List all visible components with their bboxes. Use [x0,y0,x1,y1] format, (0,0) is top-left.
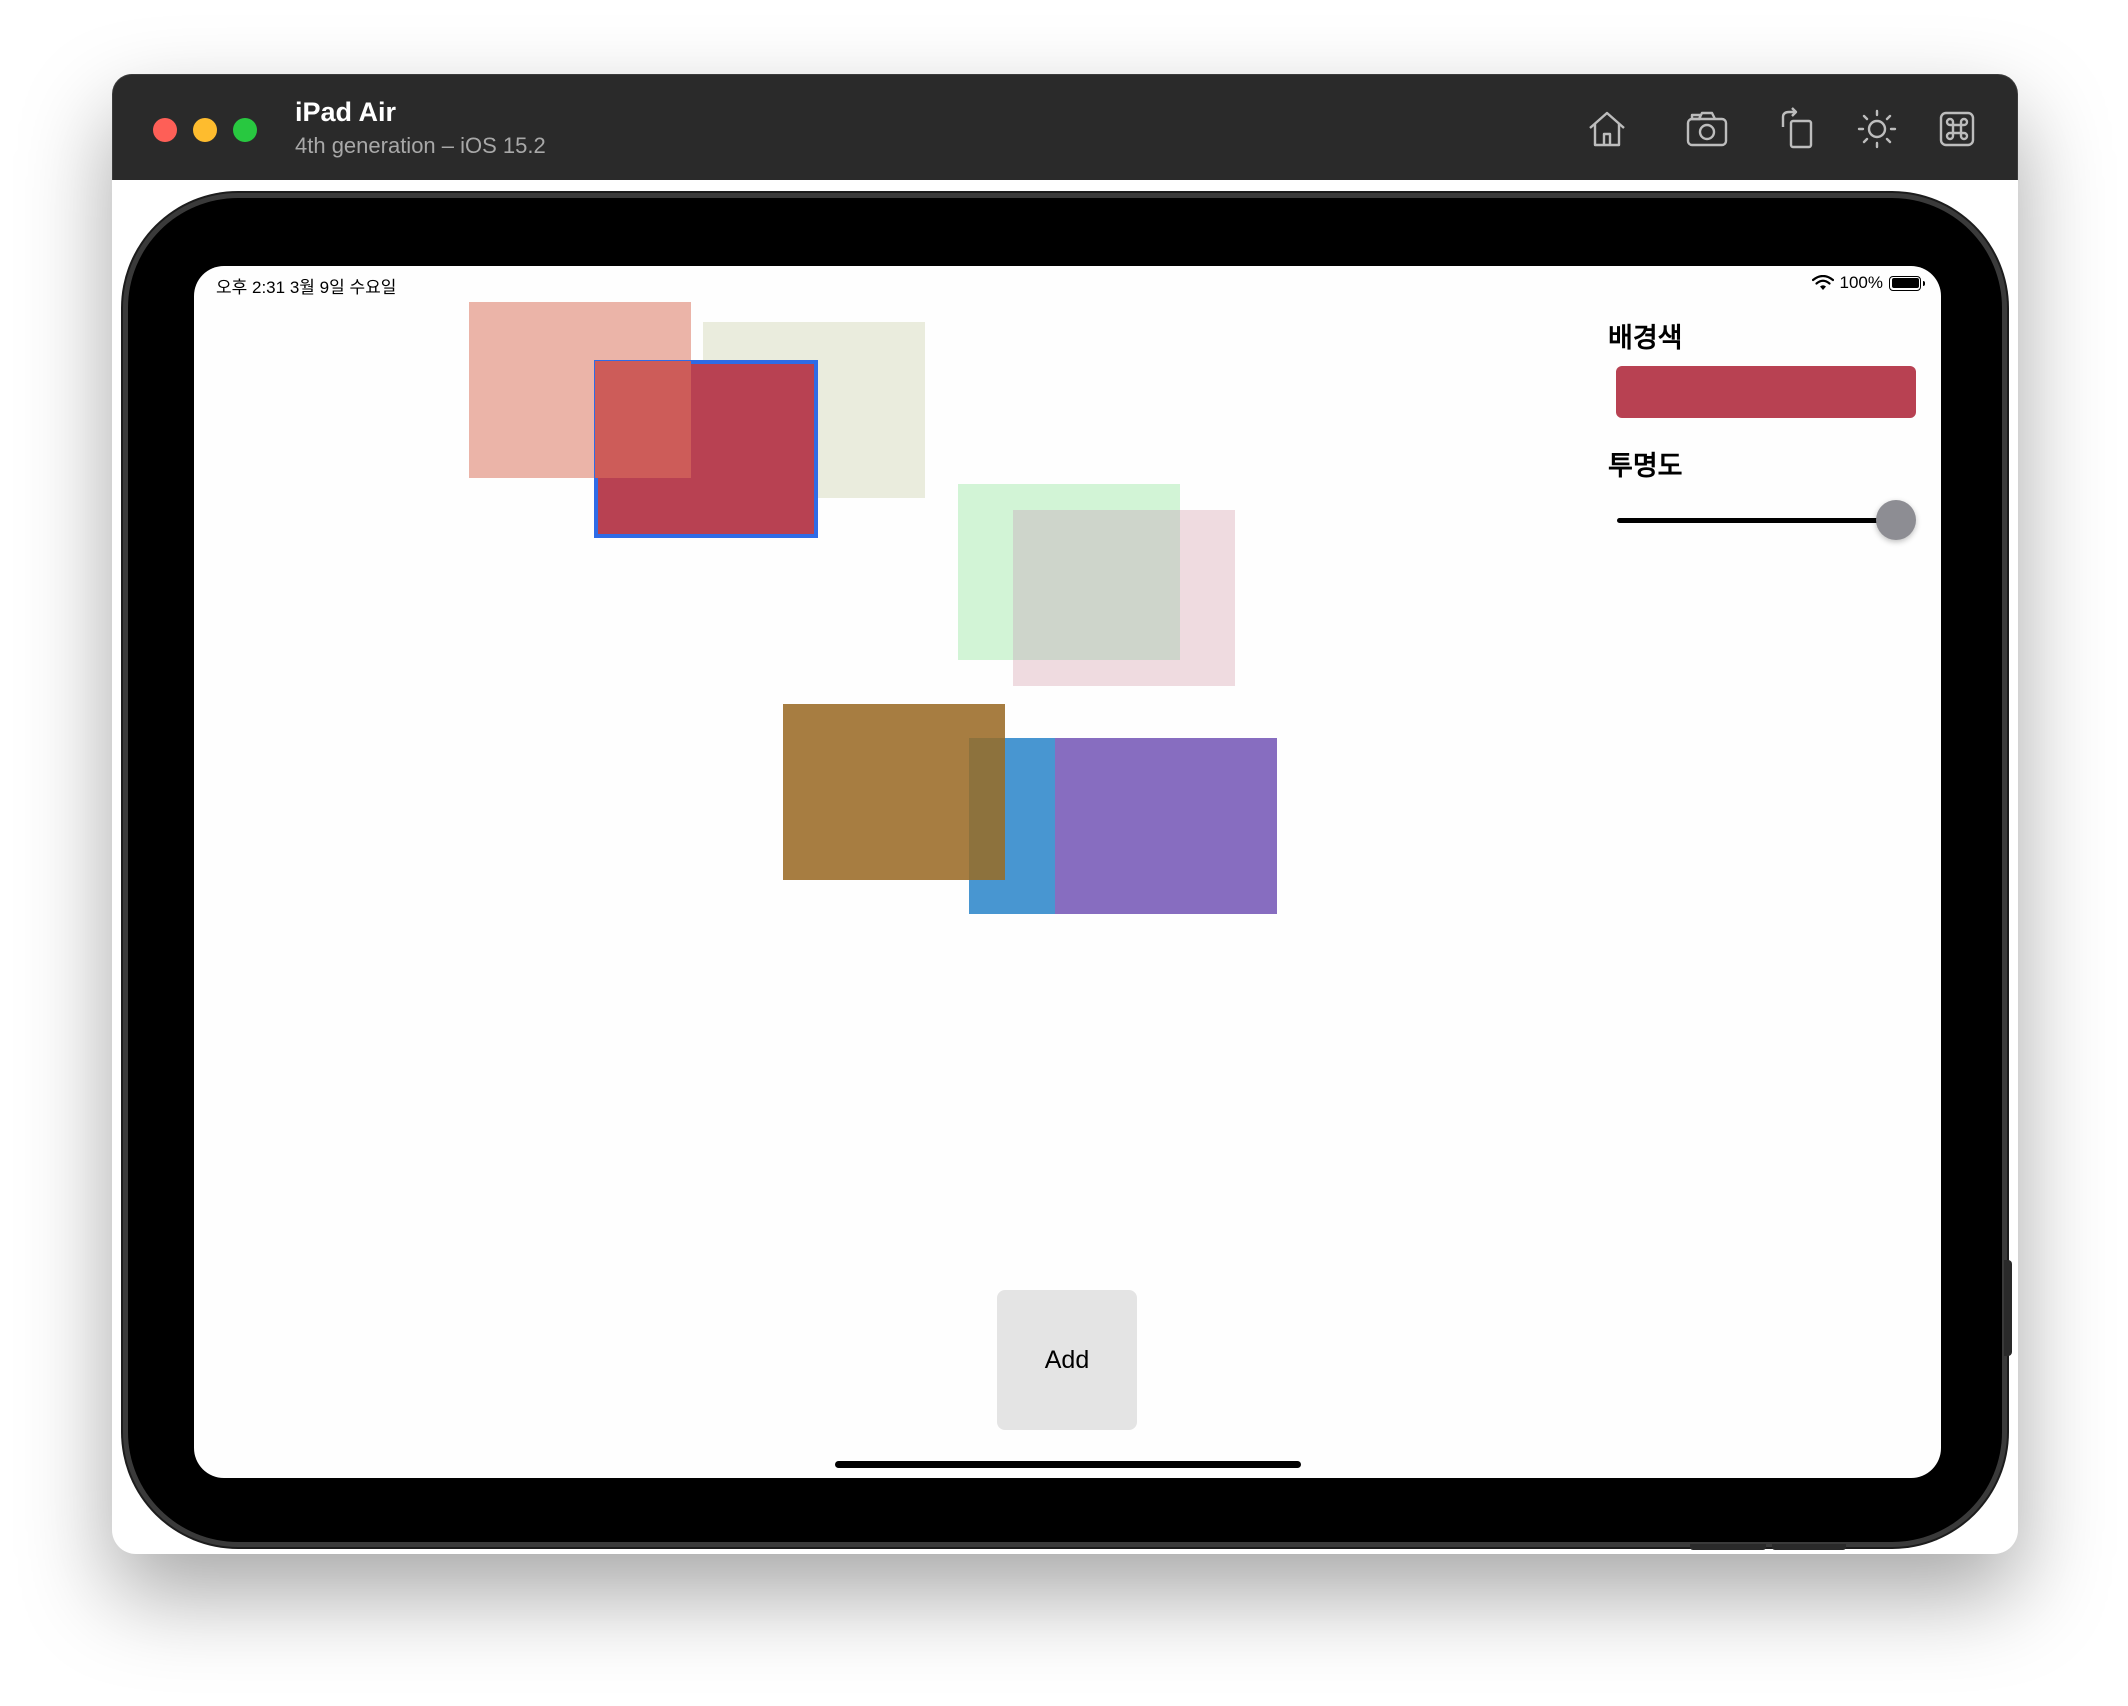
background-color-well[interactable] [1616,366,1916,418]
battery-percent: 100% [1839,273,1883,292]
home-indicator[interactable] [835,1461,1301,1468]
keyboard-command-icon[interactable] [1933,105,1981,153]
rotate-icon[interactable] [1773,105,1821,153]
square-overlap [1013,510,1180,660]
square-view[interactable] [1055,738,1277,914]
opacity-slider-track[interactable] [1617,518,1889,523]
home-icon[interactable] [1583,105,1631,153]
status-indicators: 100% [1811,273,1925,293]
ipad-screen: 오후 2:31 3월 9일 수요일 100% 배경색 투명도 Add [194,266,1941,1478]
add-button[interactable]: Add [997,1290,1137,1430]
square-overlap [969,738,1005,880]
simulator-titlebar: iPad Air 4th generation – iOS 15.2 [112,74,2018,180]
close-window-button[interactable] [153,118,177,142]
opacity-label: 투명도 [1608,451,1683,481]
volume-button [2004,1260,2012,1356]
hardware-button [1690,1544,1766,1550]
hardware-button [1772,1544,1846,1550]
status-time-date: 오후 2:31 3월 9일 수요일 [216,278,397,297]
wifi-icon [1811,275,1834,290]
square-overlap [595,361,691,478]
device-title: iPad Air [295,97,397,127]
brightness-icon[interactable] [1853,105,1901,153]
minimize-window-button[interactable] [193,118,217,142]
camera-icon[interactable] [1683,105,1731,153]
zoom-window-button[interactable] [233,118,257,142]
background-color-label: 배경색 [1608,323,1683,353]
battery-icon [1889,275,1925,291]
opacity-slider-thumb[interactable] [1876,500,1916,540]
device-subtitle: 4th generation – iOS 15.2 [295,133,546,158]
